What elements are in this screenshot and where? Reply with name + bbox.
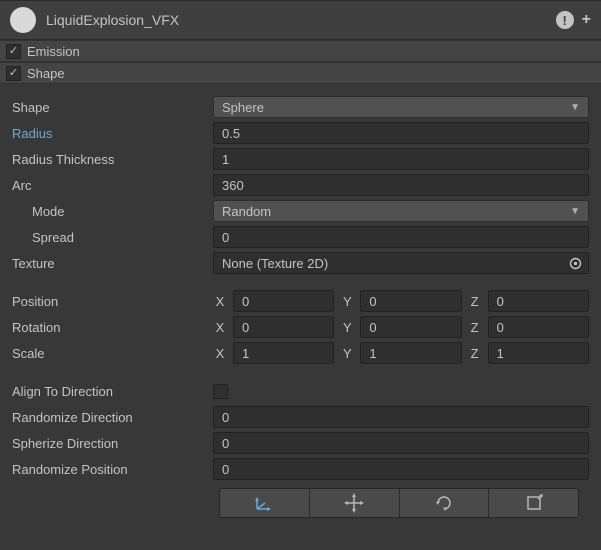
header: LiquidExplosion_VFX ! + [0,0,601,40]
axis-x: X [213,294,227,309]
label-randomize-position: Randomize Position [12,462,207,477]
chevron-down-icon: ▼ [570,102,580,113]
spread-input[interactable]: 0 [213,226,589,248]
axis-icon [254,493,274,513]
radius-thickness-input[interactable]: 1 [213,148,589,170]
axis-y: Y [340,294,354,309]
axis-z: Z [468,294,482,309]
particle-system-icon [10,7,36,33]
label-shape: Shape [12,100,207,115]
alert-icon[interactable]: ! [556,11,574,29]
scale-icon [524,493,544,513]
label-position: Position [12,294,207,309]
axis-x: X [213,346,227,361]
shape-dropdown[interactable]: Sphere ▼ [213,96,589,118]
rotation-z-input[interactable]: 0 [488,316,589,338]
label-randomize-direction: Randomize Direction [12,410,207,425]
move-icon [344,493,364,513]
module-shape[interactable]: Shape [0,62,601,84]
emission-checkbox[interactable] [6,44,21,59]
label-radius-thickness: Radius Thickness [12,152,207,167]
position-z-input[interactable]: 0 [488,290,589,312]
align-to-direction-checkbox[interactable] [213,384,228,399]
texture-field[interactable]: None (Texture 2D) [213,252,589,274]
shape-checkbox[interactable] [6,66,21,81]
rotate-tool-button[interactable] [400,489,490,517]
scale-x-input[interactable]: 1 [233,342,334,364]
position-y-input[interactable]: 0 [360,290,461,312]
component-title[interactable]: LiquidExplosion_VFX [46,12,556,28]
randomize-position-input[interactable]: 0 [213,458,589,480]
label-mode: Mode [12,204,207,219]
axis-x: X [213,320,227,335]
label-radius: Radius [12,126,207,141]
label-spread: Spread [12,230,207,245]
shape-dropdown-value: Sphere [222,100,264,115]
module-emission[interactable]: Emission [0,40,601,62]
randomize-direction-input[interactable]: 0 [213,406,589,428]
rotation-y-input[interactable]: 0 [360,316,461,338]
tool-strip [219,488,579,518]
rotate-icon [434,493,454,513]
texture-value: None (Texture 2D) [222,256,328,271]
label-align-to-direction: Align To Direction [12,384,207,399]
arc-input[interactable]: 360 [213,174,589,196]
mode-dropdown-value: Random [222,204,271,219]
spherize-direction-input[interactable]: 0 [213,432,589,454]
scale-y-input[interactable]: 1 [360,342,461,364]
position-x-input[interactable]: 0 [233,290,334,312]
axis-y: Y [340,320,354,335]
label-spherize-direction: Spherize Direction [12,436,207,451]
mode-dropdown[interactable]: Random ▼ [213,200,589,222]
axis-z: Z [468,346,482,361]
radius-input[interactable]: 0.5 [213,122,589,144]
object-picker-icon[interactable] [568,256,582,270]
scale-z-input[interactable]: 1 [488,342,589,364]
particle-system-inspector: LiquidExplosion_VFX ! + Emission Shape S… [0,0,601,526]
chevron-down-icon: ▼ [570,206,580,217]
axis-y: Y [340,346,354,361]
emission-label: Emission [27,44,80,59]
label-texture: Texture [12,256,207,271]
label-rotation: Rotation [12,320,207,335]
translate-tool-button[interactable] [310,489,400,517]
rotation-x-input[interactable]: 0 [233,316,334,338]
label-arc: Arc [12,178,207,193]
shape-label: Shape [27,66,65,81]
add-icon[interactable]: + [582,11,591,29]
shape-module-body: Shape Sphere ▼ Radius 0.5 Radius Thickne… [0,84,601,526]
move-tool-button[interactable] [220,489,310,517]
axis-z: Z [468,320,482,335]
scale-tool-button[interactable] [489,489,578,517]
label-scale: Scale [12,346,207,361]
